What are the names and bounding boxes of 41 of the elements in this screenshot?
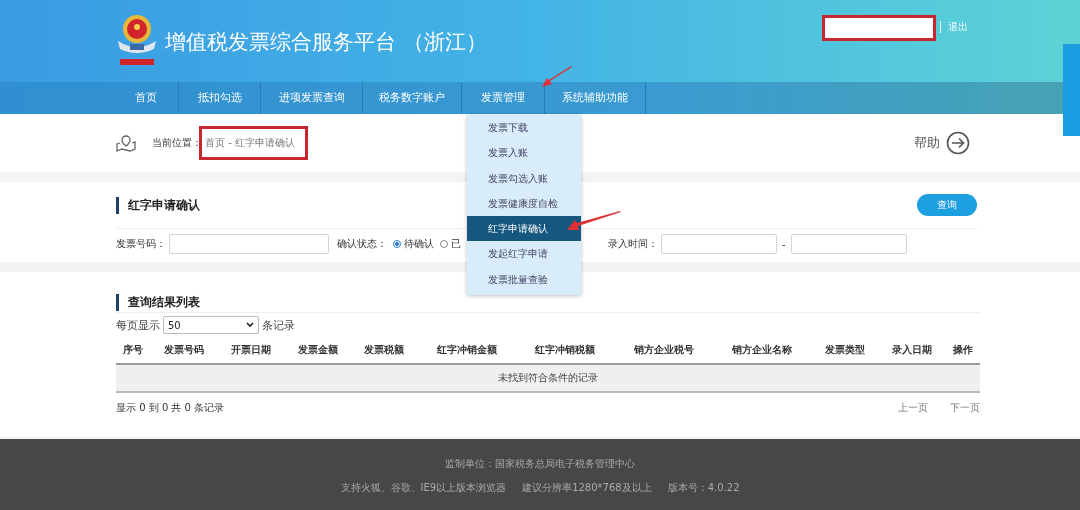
platform-title: 增值税发票综合服务平台 （浙江） (165, 29, 487, 56)
range-separator: - (782, 238, 786, 250)
annotation-arrow (541, 66, 573, 88)
field-label: 确认状态： (337, 237, 387, 251)
record-summary: 显示 0 到 0 共 0 条记录 (116, 401, 225, 415)
map-pin-icon (116, 134, 136, 152)
field-label: 录入时间： (608, 237, 658, 251)
page-size-label: 每页显示 (116, 317, 160, 333)
section-title: 红字申请确认 (116, 196, 200, 214)
start-date-field[interactable] (661, 234, 777, 254)
radio-label: 待确认 (404, 237, 434, 251)
empty-message: 未找到符合条件的记录 (116, 364, 980, 392)
help-link[interactable]: 帮助 (914, 134, 940, 152)
query-button[interactable]: 查询 (917, 194, 977, 216)
prev-page-link[interactable]: 上一页 (898, 401, 928, 415)
next-page-link[interactable]: 下一页 (950, 401, 980, 415)
chevron-down-icon (246, 322, 254, 328)
menu-item[interactable]: 发票批量查验 (467, 266, 581, 293)
radio-label: 已 (451, 237, 461, 251)
section-title: 查询结果列表 (116, 294, 200, 311)
menu-item[interactable]: 发票勾选入账 (467, 165, 581, 191)
footer-text: 版本号：4.0.22 (667, 480, 740, 495)
supervisor-text: 监制单位：国家税务总局电子税务管理中心 (445, 456, 635, 471)
side-tab[interactable] (1063, 44, 1080, 136)
field-label: 发票号码： (116, 237, 166, 251)
radio-button[interactable] (393, 240, 401, 248)
menu-item[interactable]: 发票入账 (467, 140, 581, 166)
invoice-number-field[interactable] (169, 234, 329, 254)
footer-text: 支持火狐、谷歌、IE9以上版本浏览器 (340, 480, 507, 495)
menu-item[interactable]: 发票健康度自检 (467, 190, 581, 217)
annotation-arrow (566, 211, 622, 233)
menu-item[interactable]: 发票下载 (467, 115, 581, 141)
page-size-select[interactable]: 50 (163, 316, 259, 334)
footer-text: 建议分辨率1280*768及以上 (522, 480, 652, 495)
end-date-field[interactable] (790, 234, 907, 254)
menu-item[interactable]: 红字申请确认 (467, 216, 581, 242)
arrow-circle-icon[interactable] (946, 131, 970, 155)
breadcrumb-path: 首页 - 红字申请确认 (205, 136, 295, 150)
location-label: 当前位置： (152, 136, 202, 150)
menu-item[interactable]: 发起红字申请 (467, 241, 581, 267)
page-size-label: 条记录 (262, 317, 295, 333)
